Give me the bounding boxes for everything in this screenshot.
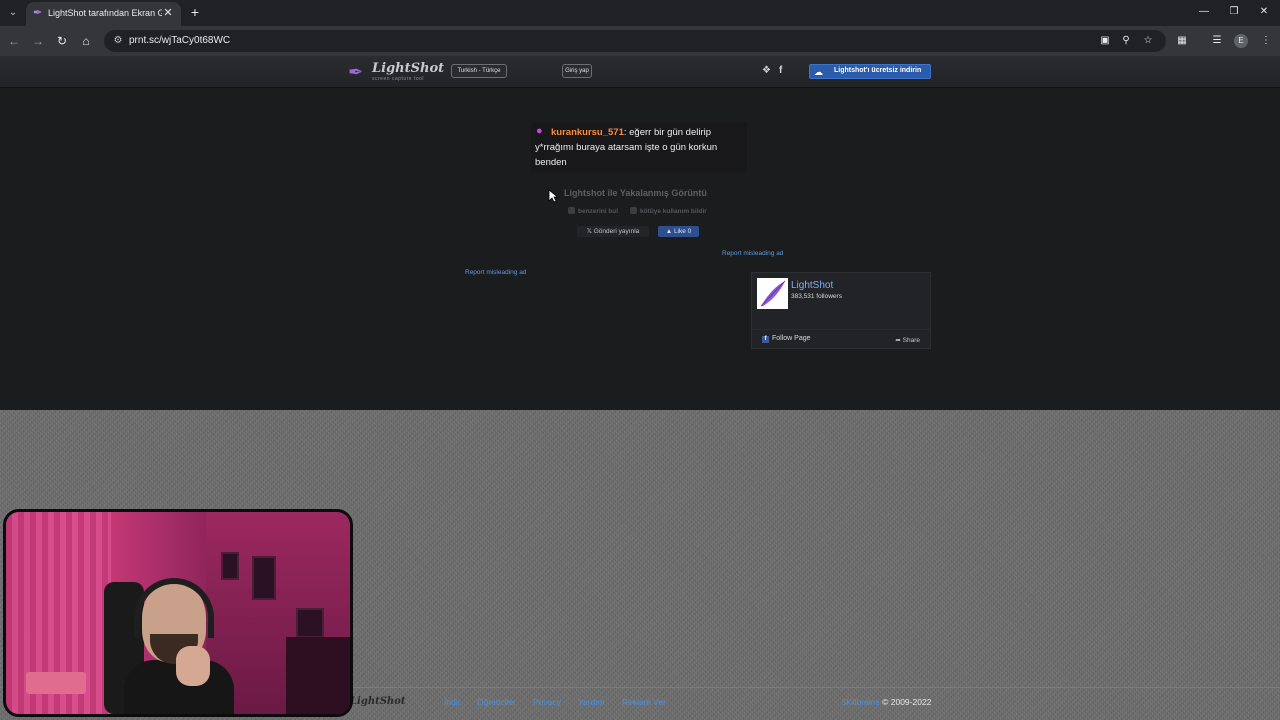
minimize-icon[interactable]: —	[1196, 4, 1212, 20]
footer-logo[interactable]: LightShot	[350, 696, 406, 707]
site-header: ✒ LightShot screen capture tool Turkish …	[0, 56, 1280, 88]
logo-subtitle: screen capture tool	[372, 76, 425, 82]
page-name[interactable]: LightShot	[791, 280, 833, 291]
footer-link-help[interactable]: Yardım	[578, 697, 605, 707]
site-info-icon[interactable]: ⚙	[111, 34, 125, 48]
restore-icon[interactable]: ❐	[1226, 4, 1242, 20]
tweet-button[interactable]: 𝕏 Gönderi yayınla	[577, 226, 649, 237]
logo-text: LightShot	[372, 61, 445, 76]
avatar[interactable]: E	[1234, 34, 1248, 48]
follow-page-button[interactable]: f Follow Page	[762, 335, 811, 343]
report-abuse-label: kötüye kullanım bildir	[640, 208, 707, 215]
plus-icon[interactable]: +	[188, 4, 202, 20]
zoom-icon[interactable]: ⚲	[1119, 34, 1133, 48]
find-similar-link[interactable]: benzerini bul	[568, 207, 618, 217]
follow-label: Follow Page	[772, 335, 811, 342]
login-button[interactable]: Giriş yap	[562, 64, 592, 78]
like-label: Like 0	[673, 228, 692, 235]
address-bar[interactable]: ⚙ prnt.sc/wjTaCy0t68WC ▣ ⚲ ☆	[104, 30, 1166, 52]
x-icon: 𝕏	[586, 228, 594, 235]
download-button[interactable]: ☁ Lightshot'ı ücretsiz indirin	[809, 64, 931, 79]
captured-screenshot[interactable]: ● kurankursu_571: eğerr bir gün delirip …	[531, 122, 747, 172]
facebook-icon[interactable]: f	[779, 65, 782, 77]
close-icon[interactable]: ✕	[161, 6, 175, 20]
flag-icon	[630, 207, 637, 214]
forward-icon[interactable]: →	[30, 33, 46, 49]
footer-link-privacy[interactable]: Privacy	[533, 697, 561, 707]
search-icon	[568, 207, 575, 214]
back-icon[interactable]: ←	[6, 33, 22, 49]
reload-icon[interactable]: ↻	[54, 33, 70, 49]
webcam-desk-item	[26, 672, 86, 694]
footer-link-download[interactable]: İndir	[444, 697, 461, 707]
install-app-icon[interactable]: ▣	[1098, 34, 1112, 48]
thumbs-up-icon: ▲	[665, 228, 674, 235]
webcam-person-hand	[176, 646, 210, 686]
bookmark-star-icon[interactable]: ☆	[1141, 34, 1155, 48]
webcam-shelf	[286, 637, 350, 714]
feather-icon: ✒	[348, 62, 364, 82]
headset-icon	[134, 578, 214, 638]
share-button[interactable]: ➦ Share	[895, 336, 920, 344]
chat-username: kurankursu_571	[551, 127, 624, 138]
url-text[interactable]: prnt.sc/wjTaCy0t68WC	[129, 35, 230, 46]
webcam-poster	[252, 556, 276, 600]
tweet-label: Gönderi yayınla	[593, 228, 640, 235]
webcam-poster	[296, 608, 324, 638]
report-abuse-link[interactable]: kötüye kullanım bildir	[630, 207, 707, 217]
media-icon[interactable]: ☰	[1210, 34, 1224, 48]
browser-tab[interactable]: ✒ LightShot tarafından Ekran Görü ✕	[26, 2, 181, 26]
feather-icon	[760, 280, 786, 307]
page-avatar[interactable]	[757, 278, 788, 309]
screenshot-caption: Lightshot ile Yakalanmış Görüntü	[564, 188, 707, 198]
close-window-icon[interactable]: ✕	[1256, 4, 1272, 20]
webcam-poster	[221, 552, 239, 580]
download-label: Lightshot'ı ücretsiz indirin	[834, 67, 922, 74]
tab-list-icon[interactable]: ⌄	[4, 4, 22, 22]
webcam-person	[124, 578, 234, 714]
facebook-icon: f	[762, 336, 769, 343]
favicon-feather-icon: ✒	[33, 7, 43, 19]
tab-title: LightShot tarafından Ekran Görü	[48, 8, 162, 18]
followers-count: 383,531 followers	[791, 293, 842, 300]
skillbrains-link[interactable]: Skillbrains	[841, 697, 880, 707]
facebook-page-widget: LightShot 383,531 followers f Follow Page…	[751, 272, 931, 349]
copyright-text: © 2009-2022	[882, 697, 932, 707]
chat-message: kurankursu_571: eğerr bir gün delirip y*…	[535, 125, 743, 170]
twitter-icon[interactable]: ❖	[762, 65, 771, 77]
report-ad-link-right[interactable]: Report misleading ad	[722, 250, 783, 257]
download-icon: ☁	[814, 67, 823, 77]
browser-toolbar: ← → ↻ ⌂ ⚙ prnt.sc/wjTaCy0t68WC ▣ ⚲ ☆ ▦ ☰…	[0, 26, 1280, 56]
footer-link-tutorials[interactable]: Öğreticiler	[477, 697, 516, 707]
menu-icon[interactable]: ⋮	[1259, 34, 1273, 48]
language-select[interactable]: Turkish - Türkçe	[451, 64, 507, 78]
extensions-icon[interactable]: ▦	[1175, 34, 1189, 48]
tab-bar: ⌄ ✒ LightShot tarafından Ekran Görü ✕ + …	[0, 0, 1280, 26]
footer-link-advertise[interactable]: Reklam Ver	[622, 697, 666, 707]
footer-copyright: Skillbrains © 2009-2022	[841, 697, 931, 707]
share-icon: ➦	[895, 337, 903, 344]
widget-footer: f Follow Page ➦ Share	[752, 329, 930, 349]
report-ad-link-left[interactable]: Report misleading ad	[465, 269, 526, 276]
find-similar-label: benzerini bul	[578, 208, 619, 215]
site-logo[interactable]: ✒ LightShot screen capture tool	[348, 61, 444, 85]
share-label: Share	[902, 337, 920, 344]
like-button[interactable]: ▲ Like 0	[658, 226, 699, 237]
home-icon[interactable]: ⌂	[78, 33, 94, 49]
mouse-cursor-icon	[548, 189, 558, 203]
webcam-overlay	[3, 509, 353, 717]
